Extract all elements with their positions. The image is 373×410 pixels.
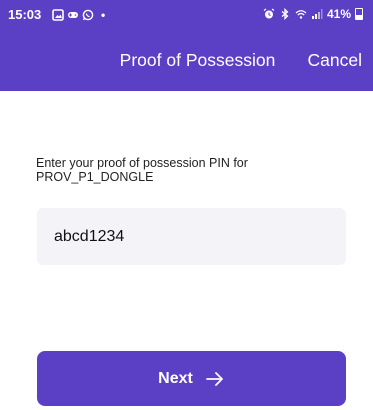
signal-icon: [311, 9, 323, 19]
battery-icon: [355, 8, 363, 20]
status-bar: 15:03 • 41%: [0, 0, 373, 30]
battery-level-fill: [356, 14, 362, 19]
status-left-icons: •: [52, 8, 105, 22]
cancel-button[interactable]: Cancel: [308, 50, 362, 71]
alarm-icon: [263, 8, 275, 19]
pin-input[interactable]: [54, 227, 346, 246]
pin-field[interactable]: [37, 208, 346, 265]
next-button[interactable]: Next: [37, 351, 346, 406]
game-icon: [68, 12, 78, 18]
whatsapp-icon: [82, 9, 94, 21]
arrow-right-icon: [205, 371, 223, 386]
notification-dot: •: [101, 8, 106, 22]
wifi-icon: [295, 10, 307, 19]
battery-percent: 41%: [326, 7, 351, 21]
bluetooth-icon: [281, 8, 289, 20]
pin-prompt-text: Enter your proof of possession PIN for P…: [36, 156, 248, 184]
status-right-icons: 41%: [263, 6, 363, 22]
status-time: 15:03: [8, 7, 42, 22]
image-icon: [52, 9, 64, 21]
next-button-label: Next: [158, 369, 193, 387]
app-header: 15:03 • 41% Proof of Possession Cancel: [0, 0, 373, 91]
